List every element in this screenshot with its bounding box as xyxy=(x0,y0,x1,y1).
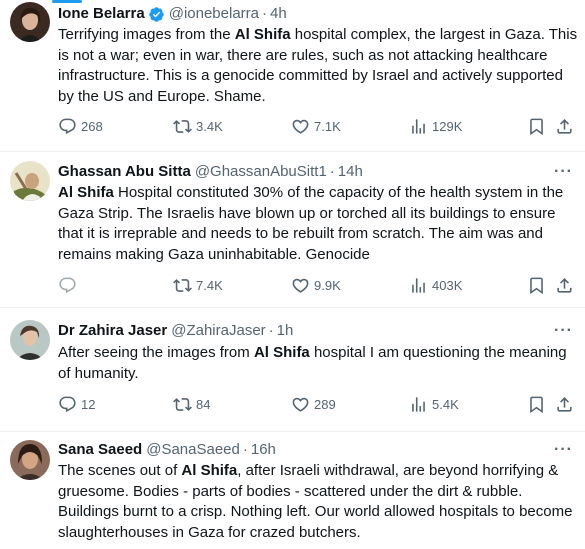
tweet-text: Terrifying images from the Al Shifa hosp… xyxy=(58,25,578,107)
author-handle[interactable]: @SanaSaeed xyxy=(146,440,240,460)
tweet[interactable]: Ione Belarra @ionebelarra · 4h Terrifyin… xyxy=(0,0,585,152)
reply-button[interactable]: 12 xyxy=(58,395,95,414)
tweet-text: The scenes out of Al Shifa, after Israel… xyxy=(58,461,578,543)
bookmark-icon xyxy=(530,396,543,414)
author-name[interactable]: Dr Zahira Jaser xyxy=(58,321,167,341)
tweet-text-segment: After seeing the images from xyxy=(58,344,254,361)
bookmark-button[interactable] xyxy=(527,117,546,136)
views-count: 5.4K xyxy=(432,397,459,412)
separator: · xyxy=(242,441,248,458)
repost-count: 7.4K xyxy=(196,278,223,293)
author-name[interactable]: Sana Saeed xyxy=(58,440,142,460)
share-icon xyxy=(557,397,572,412)
like-count: 289 xyxy=(314,397,336,412)
repost-count: 84 xyxy=(196,397,211,412)
views-button[interactable]: 129K xyxy=(409,117,462,136)
bookmark-icon xyxy=(530,118,543,136)
tweet-header: Ghassan Abu Sitta @GhassanAbuSitt1 · 14h xyxy=(58,162,363,182)
views-chart-icon xyxy=(412,119,425,134)
reply-count: 268 xyxy=(81,119,103,134)
author-handle[interactable]: @ZahiraJaser xyxy=(171,321,265,341)
reply-count: 12 xyxy=(81,397,96,412)
bookmark-icon xyxy=(530,277,543,295)
highlighted-keyword: Al Shifa xyxy=(234,26,291,43)
views-button[interactable]: 5.4K xyxy=(409,395,459,414)
repost-button[interactable]: 7.4K xyxy=(173,276,223,295)
timestamp[interactable]: 16h xyxy=(251,440,276,460)
timestamp[interactable]: 1h xyxy=(277,321,294,341)
action-bar: 12 84 289 5.4K xyxy=(52,395,582,417)
share-icon xyxy=(557,119,572,134)
tweet-header: Dr Zahira Jaser @ZahiraJaser · 1h xyxy=(58,321,293,341)
tweet-text: Al Shifa Hospital constituted 30% of the… xyxy=(58,183,578,265)
share-icon xyxy=(557,278,572,293)
share-button[interactable] xyxy=(555,395,574,414)
heart-icon xyxy=(292,397,309,412)
separator: · xyxy=(262,5,267,22)
reply-button[interactable]: 268 xyxy=(58,117,103,136)
repost-count: 3.4K xyxy=(196,119,223,134)
like-button[interactable]: 7.1K xyxy=(291,117,341,136)
separator: · xyxy=(268,322,274,339)
tweet-text-segment: The scenes out of xyxy=(58,462,182,479)
share-button[interactable] xyxy=(555,276,574,295)
views-count: 129K xyxy=(432,119,463,134)
avatar[interactable] xyxy=(10,320,50,360)
timestamp[interactable]: 4h xyxy=(270,4,287,24)
more-options-icon[interactable]: ··· xyxy=(554,442,573,458)
tweet[interactable]: Dr Zahira Jaser @ZahiraJaser · 1h ··· Af… xyxy=(0,308,585,432)
share-button[interactable] xyxy=(555,117,574,136)
tweet-header: Ione Belarra @ionebelarra · 4h xyxy=(58,4,287,24)
bookmark-button[interactable] xyxy=(527,395,546,414)
like-button[interactable]: 9.9K xyxy=(291,276,341,295)
tweet[interactable]: Ghassan Abu Sitta @GhassanAbuSitt1 · 14h… xyxy=(0,152,585,308)
like-count: 9.9K xyxy=(314,278,341,293)
views-chart-icon xyxy=(412,397,425,412)
views-button[interactable]: 403K xyxy=(409,276,462,295)
reply-icon xyxy=(59,118,76,135)
author-name[interactable]: Ghassan Abu Sitta xyxy=(58,162,191,182)
tweet[interactable]: Sana Saeed @SanaSaeed · 16h ··· The scen… xyxy=(0,432,585,549)
like-button[interactable]: 289 xyxy=(291,395,336,414)
tweet-text-segment: Terrifying images from the xyxy=(58,26,235,43)
reply-icon xyxy=(59,396,76,413)
reply-icon xyxy=(59,277,76,294)
highlighted-keyword: Al Shifa xyxy=(58,184,114,201)
repost-icon xyxy=(173,120,192,133)
tweet-text: After seeing the images from Al Shifa ho… xyxy=(58,343,578,384)
more-options-icon[interactable]: ··· xyxy=(554,323,573,339)
tweet-text-segment: Hospital constituted 30% of the capacity… xyxy=(58,184,564,263)
author-name[interactable]: Ione Belarra xyxy=(58,4,145,24)
like-count: 7.1K xyxy=(314,119,341,134)
author-handle[interactable]: @GhassanAbuSitt1 xyxy=(195,162,327,182)
repost-button[interactable]: 3.4K xyxy=(173,117,223,136)
heart-icon xyxy=(292,119,309,134)
highlighted-keyword: Al Shifa xyxy=(181,462,238,479)
repost-icon xyxy=(173,398,192,411)
heart-icon xyxy=(292,278,309,293)
views-chart-icon xyxy=(412,278,425,293)
separator: · xyxy=(329,163,335,180)
action-bar: 7.4K 9.9K 403K xyxy=(52,276,582,298)
repost-icon xyxy=(173,279,192,292)
timestamp[interactable]: 14h xyxy=(338,162,363,182)
avatar[interactable] xyxy=(10,2,50,42)
bookmark-button[interactable] xyxy=(527,276,546,295)
author-handle[interactable]: @ionebelarra xyxy=(169,4,259,24)
reply-button[interactable] xyxy=(58,276,77,295)
avatar[interactable] xyxy=(10,161,50,201)
more-options-icon[interactable]: ··· xyxy=(554,164,573,180)
views-count: 403K xyxy=(432,278,463,293)
tweet-header: Sana Saeed @SanaSaeed · 16h xyxy=(58,440,276,460)
action-bar: 268 3.4K 7.1K 129K xyxy=(52,117,582,139)
avatar[interactable] xyxy=(10,440,50,480)
repost-button[interactable]: 84 xyxy=(173,395,210,414)
verified-badge-icon xyxy=(148,6,164,22)
highlighted-keyword: Al Shifa xyxy=(253,344,310,361)
